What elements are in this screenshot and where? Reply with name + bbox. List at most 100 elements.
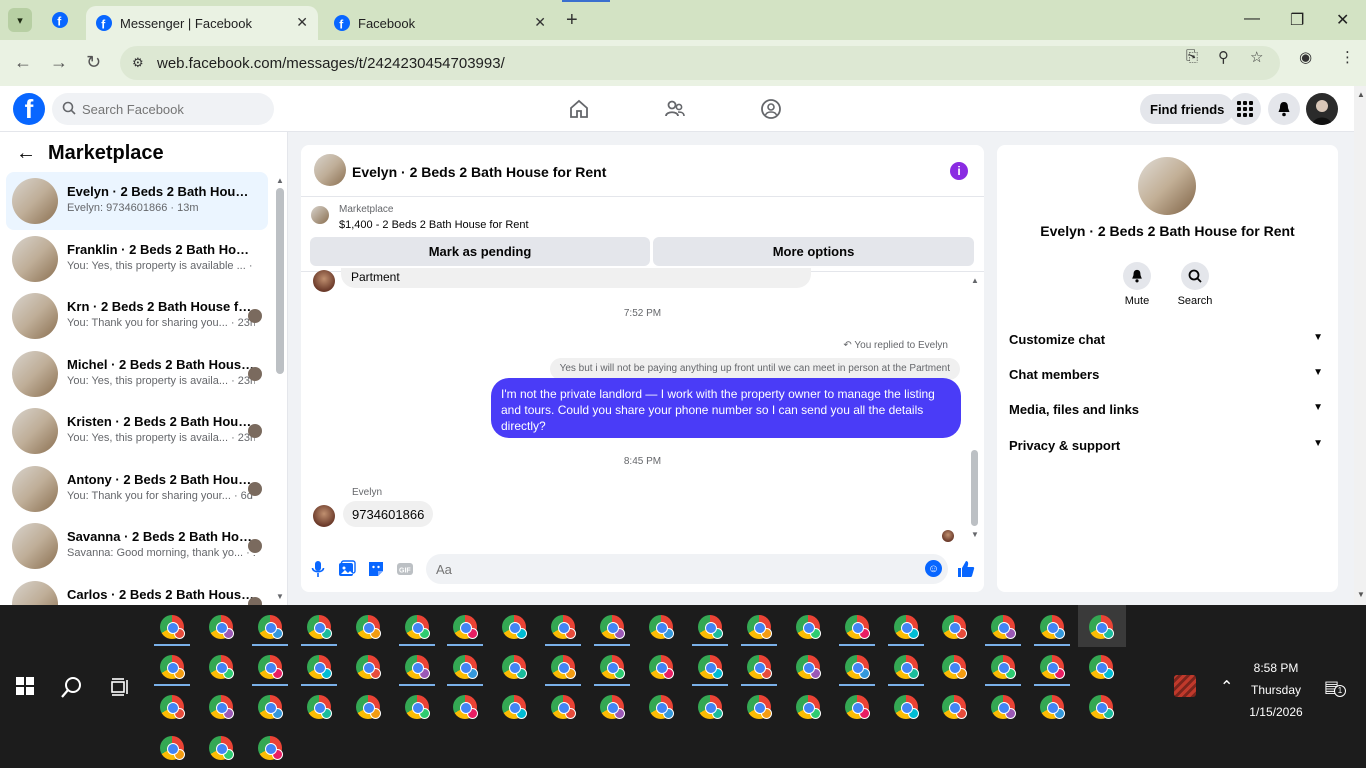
chrome-window-icon[interactable] [844, 695, 870, 719]
chrome-window-icon[interactable] [1089, 655, 1115, 679]
zoom-icon[interactable]: ⚲ [1218, 48, 1229, 66]
chrome-window-icon[interactable] [355, 695, 381, 719]
chrome-window-icon[interactable] [551, 655, 577, 679]
bookmark-star-icon[interactable]: ☆ [1250, 48, 1263, 66]
chrome-window-icon[interactable] [306, 615, 332, 639]
chrome-window-icon[interactable] [208, 695, 234, 719]
photo-icon[interactable] [338, 560, 356, 578]
sticker-icon[interactable] [367, 560, 385, 578]
tab-facebook[interactable]: f Facebook ✕ [324, 6, 556, 40]
mute-button[interactable]: Mute [1107, 262, 1167, 307]
chrome-window-icon[interactable] [208, 655, 234, 679]
close-tab-icon[interactable]: ✕ [296, 14, 308, 31]
chrome-window-icon[interactable] [697, 615, 723, 639]
chrome-window-icon[interactable] [160, 655, 185, 679]
chrome-window-icon[interactable] [697, 695, 723, 719]
facebook-pinned-tab-icon[interactable]: f [52, 12, 68, 28]
chrome-window-icon[interactable] [257, 736, 283, 760]
chrome-window-icon[interactable] [306, 695, 332, 719]
chrome-window-icon[interactable] [208, 615, 234, 639]
show-hidden-icons-chevron-up-icon[interactable]: ⌃ [1220, 677, 1233, 697]
search-input[interactable] [82, 101, 252, 117]
install-app-icon[interactable]: ⎘ [1186, 48, 1198, 65]
chrome-window-icon[interactable] [208, 736, 234, 760]
scroll-down-arrow-icon[interactable]: ▼ [276, 592, 284, 601]
chrome-window-icon[interactable] [1040, 655, 1066, 679]
menu-grid-icon[interactable] [1229, 93, 1261, 125]
chrome-window-icon[interactable] [1040, 695, 1066, 719]
thumbs-up-icon[interactable] [957, 560, 975, 578]
chrome-window-icon[interactable] [600, 695, 626, 719]
chrome-window-icon[interactable] [257, 655, 283, 679]
chrome-window-icon[interactable] [795, 695, 821, 719]
chrome-window-icon[interactable] [600, 615, 626, 639]
groups-icon[interactable] [760, 98, 782, 120]
privacy-support-section[interactable]: Privacy & support ▼ [1009, 438, 1327, 453]
chrome-window-icon[interactable] [697, 655, 723, 679]
conversation-item[interactable]: Carlos · 2 Beds 2 Bath House ... [6, 575, 268, 605]
facebook-search[interactable] [52, 93, 274, 125]
chrome-window-icon[interactable] [795, 655, 821, 679]
chrome-window-icon[interactable] [355, 615, 381, 639]
chrome-window-icon[interactable] [160, 736, 185, 760]
close-tab-icon[interactable]: ✕ [534, 14, 546, 31]
chrome-window-icon[interactable] [551, 695, 577, 719]
chrome-window-icon[interactable] [257, 695, 283, 719]
chrome-window-icon[interactable] [991, 655, 1017, 679]
page-scrollbar[interactable]: ▲ ▼ [1354, 86, 1366, 605]
back-arrow-icon[interactable]: ← [16, 142, 36, 165]
tab-search-dropdown-icon[interactable]: ▾ [8, 8, 32, 32]
chrome-window-icon[interactable] [746, 655, 772, 679]
chrome-window-icon[interactable] [942, 655, 968, 679]
restore-icon[interactable]: ❐ [1290, 10, 1304, 30]
conversation-item[interactable]: Evelyn · 2 Beds 2 Bath House fo... Evelyn… [6, 172, 268, 230]
scroll-up-arrow-icon[interactable]: ▲ [971, 276, 979, 285]
tab-messenger[interactable]: f Messenger | Facebook ✕ [86, 6, 318, 40]
find-friends-button[interactable]: Find friends [1140, 94, 1235, 124]
conversation-item[interactable]: Krn · 2 Beds 2 Bath House for... You: Tha… [6, 287, 268, 345]
close-window-icon[interactable]: ✕ [1336, 10, 1349, 30]
notifications-bell-icon[interactable] [1268, 93, 1300, 125]
conversation-avatar[interactable] [314, 154, 346, 186]
chrome-window-icon[interactable] [1089, 695, 1115, 719]
emoji-icon[interactable]: ☺ [925, 560, 942, 577]
chrome-window-icon[interactable] [502, 615, 528, 639]
more-options-button[interactable]: More options [653, 237, 974, 266]
chrome-window-icon[interactable] [355, 655, 381, 679]
gif-icon[interactable]: GIF [396, 560, 414, 578]
forward-icon[interactable]: → [50, 52, 68, 73]
home-icon[interactable] [568, 98, 590, 120]
tray-app-icon[interactable] [1174, 675, 1196, 697]
media-files-links-section[interactable]: Media, files and links ▼ [1009, 402, 1327, 417]
chrome-window-icon[interactable] [551, 615, 577, 639]
chrome-window-icon[interactable] [893, 655, 919, 679]
back-icon[interactable]: ← [14, 52, 32, 73]
friends-icon[interactable] [664, 98, 686, 120]
chrome-window-icon[interactable] [257, 615, 283, 639]
new-tab-icon[interactable]: + [566, 9, 578, 32]
chrome-window-icon[interactable] [649, 655, 674, 679]
system-clock[interactable]: 8:58 PM Thursday 1/15/2026 [1240, 657, 1312, 723]
chrome-window-icon[interactable] [649, 615, 674, 639]
chrome-window-icon[interactable] [795, 615, 821, 639]
chrome-window-icon[interactable] [844, 615, 870, 639]
chrome-window-icon[interactable] [306, 655, 332, 679]
message-input-wrapper[interactable]: ☺ [426, 554, 948, 584]
conversation-item[interactable]: Antony · 2 Beds 2 Bath Hous... You: Thank… [6, 460, 268, 518]
url-text[interactable]: web.facebook.com/messages/t/242423045470… [157, 55, 505, 72]
chat-title[interactable]: Evelyn · 2 Beds 2 Bath House for Rent [352, 164, 606, 180]
their-message-bubble[interactable]: 9734601866 [343, 501, 434, 527]
microphone-icon[interactable] [309, 560, 327, 578]
chrome-window-icon[interactable] [942, 615, 968, 639]
chrome-window-icon[interactable] [1040, 615, 1066, 639]
reload-icon[interactable]: ↻ [86, 52, 101, 73]
menu-dots-icon[interactable]: ⋮ [1340, 48, 1355, 66]
profile-icon[interactable]: ◉ [1299, 48, 1312, 66]
chrome-window-icon[interactable] [160, 615, 185, 639]
account-avatar[interactable] [1306, 93, 1338, 125]
omnibox[interactable]: ⚙ web.facebook.com/messages/t/2424230454… [120, 46, 1280, 80]
site-info-icon[interactable]: ⚙ [132, 55, 144, 71]
mark-as-pending-button[interactable]: Mark as pending [310, 237, 650, 266]
conversation-item[interactable]: Michel · 2 Beds 2 Bath House... You: Yes,… [6, 345, 268, 403]
search-button[interactable]: Search [1165, 262, 1225, 307]
